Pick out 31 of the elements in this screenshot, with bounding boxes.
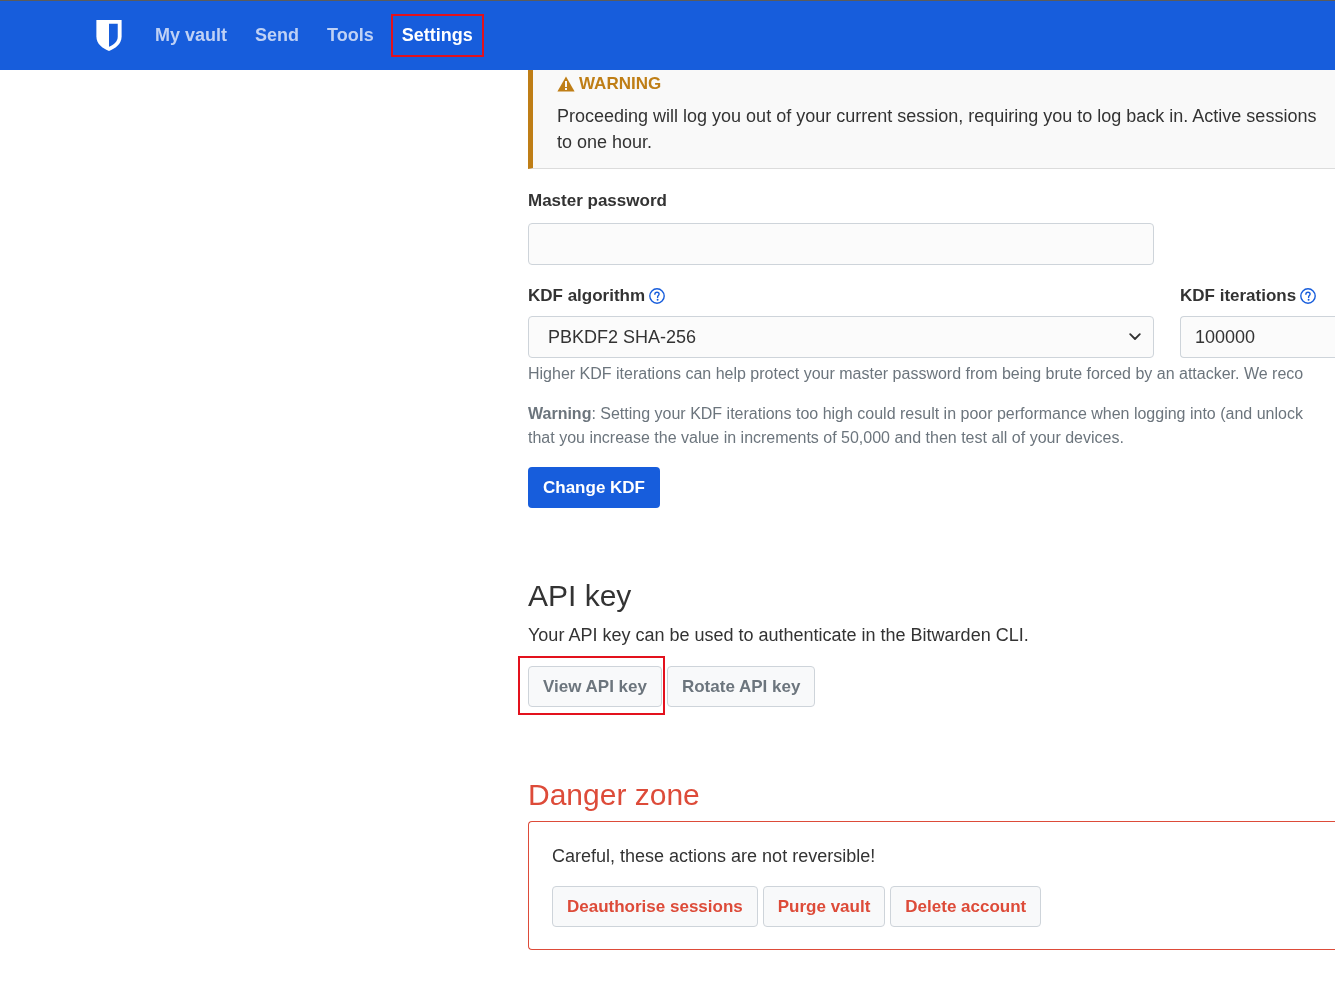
master-password-input[interactable] bbox=[528, 223, 1154, 265]
field-label: KDF algorithm bbox=[528, 285, 646, 307]
section-heading: API key bbox=[528, 578, 632, 614]
danger-button[interactable]: Purge vault bbox=[762, 886, 886, 927]
api-key-button[interactable]: Rotate API key bbox=[666, 666, 816, 707]
kdf-iterations-input[interactable]: 100000 bbox=[1180, 316, 1335, 358]
danger-zone-heading: Danger zone bbox=[528, 777, 700, 813]
nav-link[interactable]: Settings bbox=[392, 16, 482, 55]
change-kdf-button[interactable]: Change KDF bbox=[528, 467, 660, 508]
input-value: 100000 bbox=[1195, 325, 1256, 349]
api-key-button[interactable]: View API key bbox=[528, 666, 662, 707]
nav-link[interactable]: Tools bbox=[318, 16, 383, 55]
select-value: PBKDF2 SHA-256 bbox=[548, 325, 697, 349]
warning-triangle-icon bbox=[557, 76, 575, 92]
nav-link[interactable]: Send bbox=[246, 16, 309, 55]
chevron-down-icon bbox=[1129, 333, 1141, 341]
help-text: Higher KDF iterations can help protect your master password from being brute forced by an attacker. We reco bbox=[528, 364, 1304, 384]
field-label: Master password bbox=[528, 190, 667, 212]
help-icon[interactable] bbox=[649, 288, 666, 304]
kdf-algorithm-select[interactable]: PBKDF2 SHA-256 bbox=[528, 316, 1154, 358]
section-description: Your API key can be used to authenticate in the Bitwarden CLI. bbox=[528, 624, 1029, 647]
nav-link[interactable]: My vault bbox=[146, 16, 237, 55]
danger-button[interactable]: Delete account bbox=[890, 886, 1042, 927]
danger-zone-text: Careful, these actions are not reversible! bbox=[552, 845, 876, 868]
shield-logo-icon bbox=[95, 19, 123, 52]
warning-text: Proceeding will log you out of your current session, requiring you to log back in. Active sessions to one hour. bbox=[557, 105, 1317, 154]
danger-button[interactable]: Deauthorise sessions bbox=[552, 886, 758, 927]
warning-title: WARNING bbox=[579, 74, 662, 94]
kdf-warning-text: Warning: Setting your KDF iterations too high could result in poor performance when logging into (and unlock that you increase the value in increments of 50,000 and then test all of your devices. bbox=[528, 404, 1303, 448]
help-icon[interactable] bbox=[1300, 288, 1317, 304]
field-label: KDF iterations bbox=[1180, 285, 1297, 307]
